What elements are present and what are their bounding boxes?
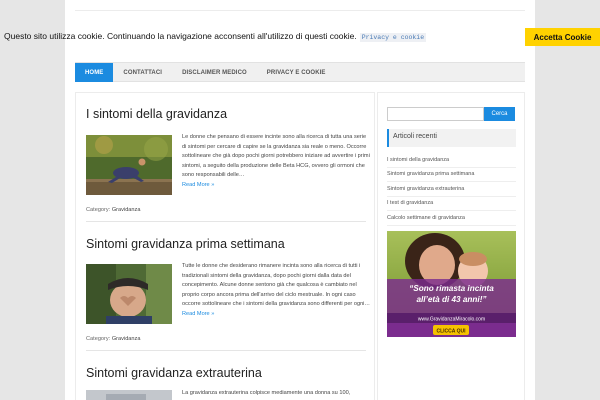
recent-post-link[interactable]: Calcolo settimane di gravidanza <box>387 211 516 226</box>
read-more-link[interactable]: Read More » <box>182 311 214 317</box>
recent-post-link[interactable]: I sintomi della gravidanza <box>387 153 516 168</box>
post-excerpt-text: Le donne che pensano di essere incinte s… <box>182 134 370 178</box>
nav-item-home[interactable]: HOME <box>75 63 114 82</box>
recent-posts-title: Articoli recenti <box>387 129 516 147</box>
svg-text:www.GravidanzaMiracolo.com: www.GravidanzaMiracolo.com <box>418 317 485 323</box>
svg-text:“Sono rimasta incinta: “Sono rimasta incinta <box>409 284 494 293</box>
category-label: Category: <box>86 336 111 342</box>
read-more-link[interactable]: Read More » <box>182 182 214 188</box>
recent-post-link[interactable]: Sintomi gravidanza extrauterina <box>387 182 516 197</box>
nav-item-contattaci[interactable]: CONTATTACI <box>113 63 172 82</box>
ad-banner-graphic: “Sono rimasta incinta all’età di 43 anni… <box>387 231 516 337</box>
main-content: I sintomi della gravidanza Le donne che … <box>75 92 375 400</box>
post-excerpt: Le donne che pensano di essere incinte s… <box>182 133 370 190</box>
post-divider <box>86 221 366 222</box>
recent-post-link[interactable]: Sintomi gravidanza prima settimana <box>387 168 516 182</box>
post-excerpt: Tutte le donne che desiderano rimanere i… <box>182 262 370 319</box>
svg-text:all’età di 43 anni!”: all’età di 43 anni!” <box>416 295 487 304</box>
post-excerpt-text: Tutte le donne che desiderano rimanere i… <box>182 263 371 307</box>
category-link[interactable]: Gravidanza <box>112 336 141 342</box>
nav-item-disclaimer[interactable]: DISCLAIMER MEDICO <box>172 63 257 82</box>
search-input[interactable] <box>387 107 484 121</box>
sidebar: Cerca Articoli recenti I sintomi della g… <box>377 92 525 400</box>
cookie-bar: Questo sito utilizza cookie. Continuando… <box>0 28 600 48</box>
post-category: Category: Gravidanza <box>86 336 140 342</box>
header-line <box>75 10 525 11</box>
post-title[interactable]: Sintomi gravidanza prima settimana <box>86 237 285 251</box>
accept-cookie-button[interactable]: Accetta Cookie <box>525 28 600 46</box>
pregnant-yoga-image <box>86 135 172 195</box>
post-category: Category: Gravidanza <box>86 207 140 213</box>
nav-item-privacy[interactable]: PRIVACY E COOKIE <box>257 63 336 82</box>
main-nav: HOME CONTATTACI DISCLAIMER MEDICO PRIVAC… <box>75 62 525 82</box>
pregnant-belly-image <box>86 264 172 324</box>
recent-post-link[interactable]: I test di gravidanza <box>387 197 516 211</box>
cookie-text: Questo sito utilizza cookie. Continuando… <box>4 31 357 41</box>
svg-text:CLICCA QUI: CLICCA QUI <box>437 329 467 335</box>
post-title[interactable]: Sintomi gravidanza extrauterina <box>86 366 262 380</box>
post-title[interactable]: I sintomi della gravidanza <box>86 107 227 121</box>
category-label: Category: <box>86 207 111 213</box>
cookie-notice: Questo sito utilizza cookie. Continuando… <box>4 31 427 42</box>
cookie-privacy-link[interactable]: Privacy e cookie <box>359 33 427 42</box>
post-thumbnail[interactable] <box>86 390 172 400</box>
ad-banner[interactable]: “Sono rimasta incinta all’età di 43 anni… <box>387 231 516 337</box>
post-thumbnail[interactable] <box>86 135 172 195</box>
recent-posts-list: I sintomi della gravidanza Sintomi gravi… <box>387 153 516 226</box>
search-button[interactable]: Cerca <box>484 107 515 121</box>
post-image <box>86 390 172 400</box>
post-excerpt: La gravidanza extrauterina colpisce medi… <box>182 390 351 396</box>
category-link[interactable]: Gravidanza <box>112 207 141 213</box>
post-thumbnail[interactable] <box>86 264 172 324</box>
post-divider <box>86 350 366 351</box>
